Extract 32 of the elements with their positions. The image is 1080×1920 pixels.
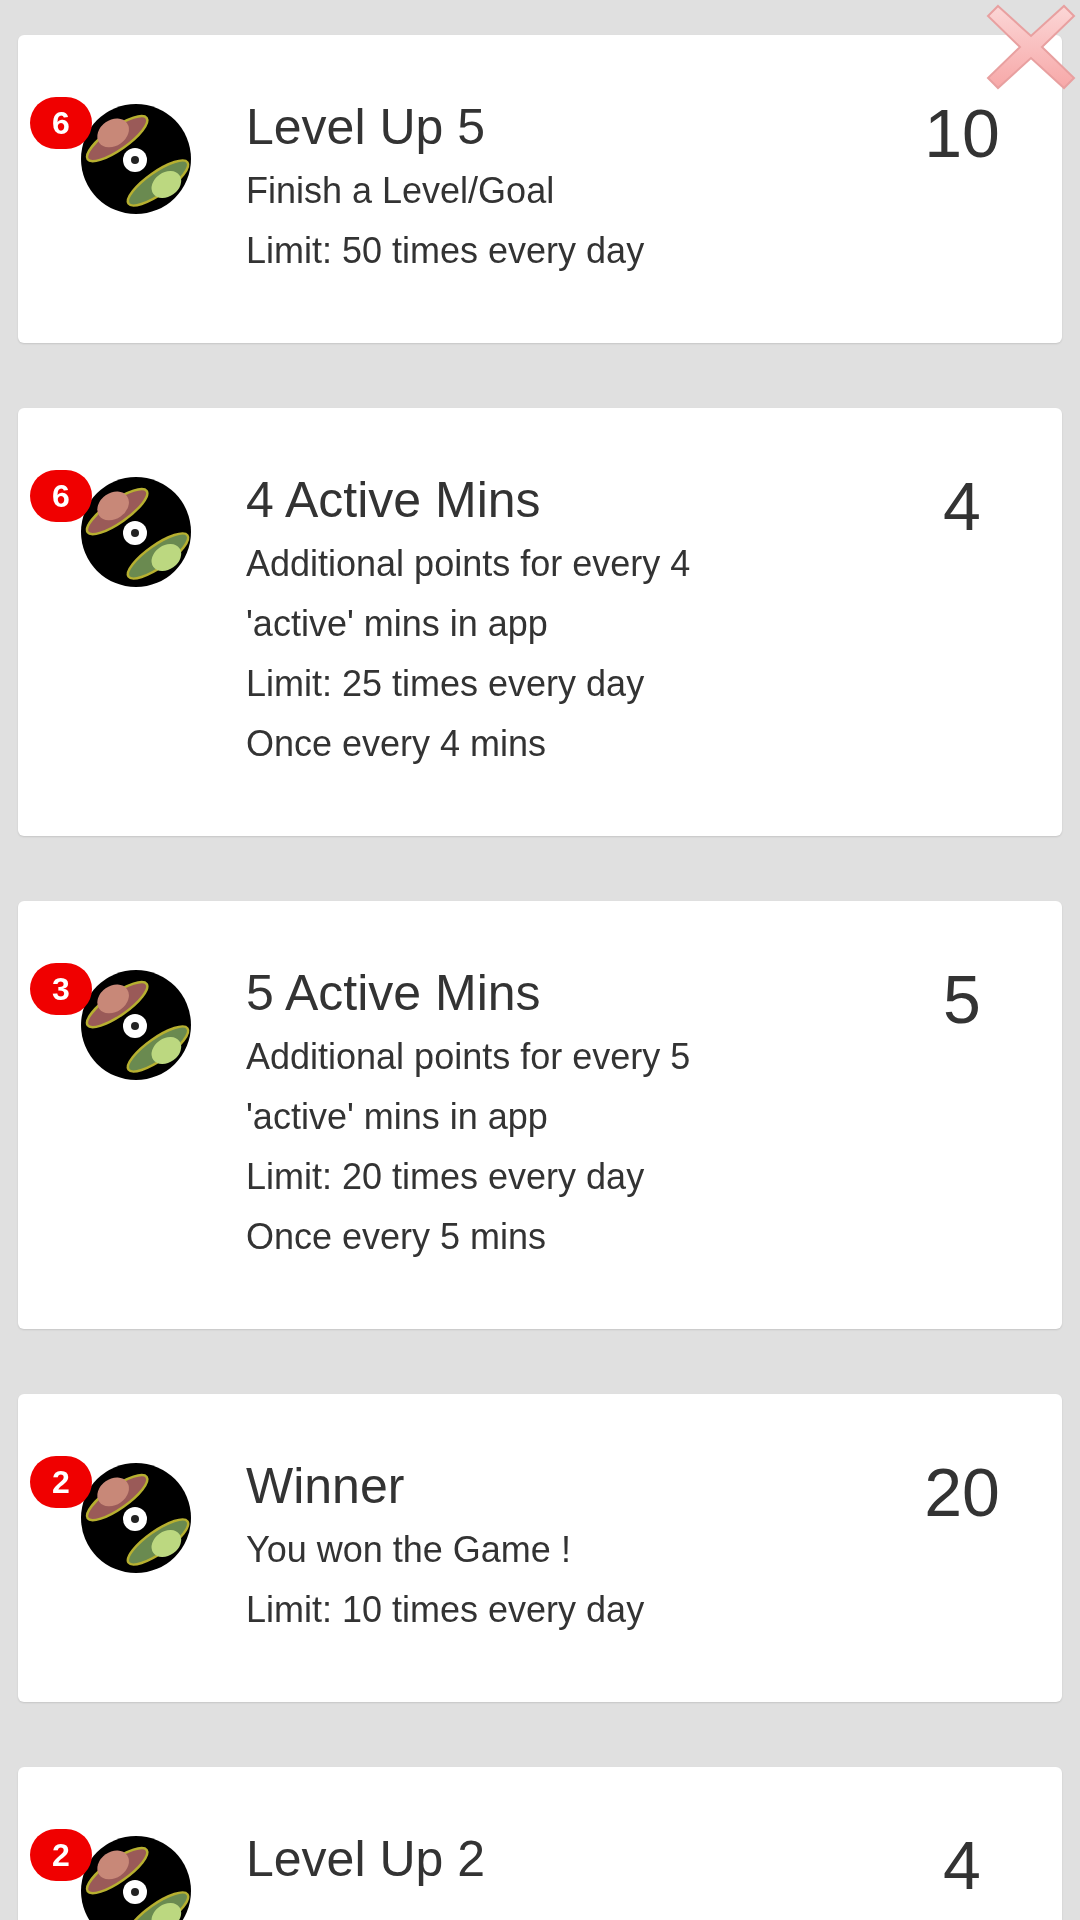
reward-points: 5 xyxy=(942,963,982,1039)
reward-detail: Limit: 20 times every day xyxy=(246,1155,646,1199)
count-badge: 2 xyxy=(30,1829,92,1881)
saucer-ball-icon xyxy=(80,476,192,588)
reward-title: Level Up 2 xyxy=(246,1830,487,1889)
reward-detail: Additional points for every 4 xyxy=(246,542,692,586)
saucer-ball-icon xyxy=(80,103,192,215)
count-badge: 6 xyxy=(30,470,92,522)
reward-detail: Finish a Level/Goal xyxy=(246,169,556,213)
count-badge: 6 xyxy=(30,97,92,149)
saucer-ball-icon xyxy=(80,969,192,1081)
reward-title: Level Up 5 xyxy=(246,98,487,157)
reward-points: 4 xyxy=(942,1829,982,1897)
reward-detail: Additional points for every 5 xyxy=(246,1035,692,1079)
close-button[interactable] xyxy=(984,2,1078,92)
reward-title: 4 Active Mins xyxy=(246,471,542,530)
saucer-ball-icon xyxy=(80,1462,192,1574)
reward-detail: Limit: 50 times every day xyxy=(246,229,646,273)
reward-points: 4 xyxy=(942,470,982,546)
count-badge: 2 xyxy=(30,1456,92,1508)
reward-detail: Once every 5 mins xyxy=(246,1215,548,1259)
reward-detail: You won the Game ! xyxy=(246,1528,572,1572)
reward-title: Winner xyxy=(246,1457,406,1516)
count-badge: 3 xyxy=(30,963,92,1015)
reward-title: 5 Active Mins xyxy=(246,964,542,1023)
reward-detail: 'active' mins in app xyxy=(246,602,549,646)
reward-detail: Limit: 10 times every day xyxy=(246,1588,646,1632)
reward-detail: Once every 4 mins xyxy=(246,722,548,766)
reward-points: 20 xyxy=(923,1456,1001,1532)
reward-points: 10 xyxy=(923,97,1001,173)
reward-detail: 'active' mins in app xyxy=(246,1095,549,1139)
reward-detail: Limit: 25 times every day xyxy=(246,662,646,706)
